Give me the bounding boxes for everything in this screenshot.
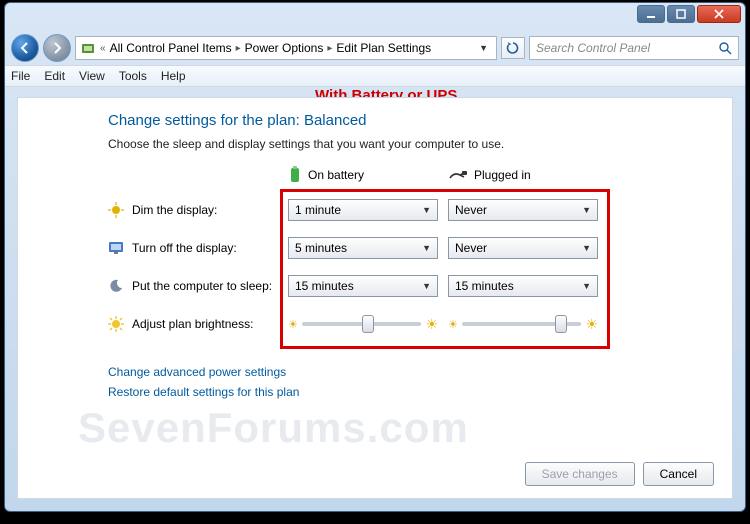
search-icon (718, 41, 732, 55)
col-plugged: Plugged in (448, 165, 608, 185)
chevron-left-icon: « (98, 43, 108, 54)
menu-file[interactable]: File (11, 69, 30, 83)
minimize-button[interactable] (637, 5, 665, 23)
menu-help[interactable]: Help (161, 69, 186, 83)
battery-icon (288, 165, 302, 185)
row-brightness: Adjust plan brightness: ☀ ☀ ☀ ☀ (108, 305, 704, 343)
links-section: Change advanced power settings Restore d… (108, 365, 704, 399)
link-advanced[interactable]: Change advanced power settings (108, 365, 704, 379)
chevron-down-icon: ▼ (582, 281, 591, 291)
col-battery-label: On battery (308, 168, 364, 182)
menu-bar: File Edit View Tools Help (5, 65, 745, 87)
chevron-down-icon: ▼ (582, 205, 591, 215)
chevron-right-icon: ▸ (234, 43, 243, 54)
close-button[interactable] (697, 5, 741, 23)
chevron-down-icon: ▼ (582, 243, 591, 253)
chevron-right-icon: ▸ (325, 43, 334, 54)
moon-icon (108, 278, 124, 294)
forward-button[interactable] (43, 34, 71, 62)
maximize-button[interactable] (667, 5, 695, 23)
chevron-down-icon: ▼ (422, 205, 431, 215)
link-restore[interactable]: Restore default settings for this plan (108, 385, 704, 399)
dim-plugged-dropdown[interactable]: Never▼ (448, 199, 598, 221)
column-headers: On battery Plugged in (288, 165, 704, 185)
sleep-plugged-dropdown[interactable]: 15 minutes▼ (448, 275, 598, 297)
row-turnoff-display: Turn off the display: 5 minutes▼ Never▼ (108, 229, 704, 267)
plug-icon (448, 168, 468, 182)
dim-battery-dropdown[interactable]: 1 minute▼ (288, 199, 438, 221)
turnoff-battery-dropdown[interactable]: 5 minutes▼ (288, 237, 438, 259)
brightness-battery-slider[interactable]: ☀ ☀ (288, 311, 438, 337)
sun-bright-icon: ☀ (585, 316, 598, 333)
sun-dim-icon: ☀ (448, 318, 458, 331)
row-dim-display: Dim the display: 1 minute▼ Never▼ (108, 191, 704, 229)
monitor-icon (108, 240, 124, 256)
brightness-label: Adjust plan brightness: (132, 317, 253, 331)
sleep-label: Put the computer to sleep: (132, 279, 272, 293)
settings-grid: Dim the display: 1 minute▼ Never▼ Turn o… (108, 191, 704, 343)
turnoff-plugged-dropdown[interactable]: Never▼ (448, 237, 598, 259)
breadcrumb-item[interactable]: Edit Plan Settings (336, 41, 431, 55)
menu-view[interactable]: View (79, 69, 105, 83)
menu-tools[interactable]: Tools (119, 69, 147, 83)
save-button[interactable]: Save changes (525, 462, 635, 486)
control-panel-icon (80, 40, 96, 56)
col-battery: On battery (288, 165, 448, 185)
dim-label: Dim the display: (132, 203, 217, 217)
button-row: Save changes Cancel (525, 462, 714, 486)
search-input[interactable]: Search Control Panel (529, 36, 739, 60)
brightness-icon (108, 316, 124, 332)
address-bar[interactable]: « All Control Panel Items ▸ Power Option… (75, 36, 497, 60)
sleep-battery-dropdown[interactable]: 15 minutes▼ (288, 275, 438, 297)
chevron-down-icon: ▼ (422, 243, 431, 253)
breadcrumb-item[interactable]: Power Options (245, 41, 324, 55)
breadcrumb-item[interactable]: All Control Panel Items (110, 41, 232, 55)
sun-dim-icon: ☀ (288, 318, 298, 331)
page-title: Change settings for the plan: Balanced (108, 112, 704, 129)
page-description: Choose the sleep and display settings th… (108, 137, 704, 151)
search-placeholder: Search Control Panel (536, 41, 650, 55)
menu-edit[interactable]: Edit (44, 69, 65, 83)
sun-bright-icon: ☀ (425, 316, 438, 333)
control-panel-window: « All Control Panel Items ▸ Power Option… (4, 2, 746, 512)
col-plugged-label: Plugged in (474, 168, 531, 182)
brightness-plugged-slider[interactable]: ☀ ☀ (448, 311, 598, 337)
turnoff-label: Turn off the display: (132, 241, 237, 255)
row-sleep: Put the computer to sleep: 15 minutes▼ 1… (108, 267, 704, 305)
watermark: SevenForums.com (78, 404, 469, 452)
dim-icon (108, 202, 124, 218)
address-dropdown-icon[interactable]: ▼ (475, 43, 492, 53)
cancel-button[interactable]: Cancel (643, 462, 714, 486)
titlebar (5, 3, 745, 31)
content-pane: Change settings for the plan: Balanced C… (17, 97, 733, 499)
refresh-button[interactable] (501, 37, 525, 59)
nav-bar: « All Control Panel Items ▸ Power Option… (5, 31, 745, 65)
chevron-down-icon: ▼ (422, 281, 431, 291)
back-button[interactable] (11, 34, 39, 62)
